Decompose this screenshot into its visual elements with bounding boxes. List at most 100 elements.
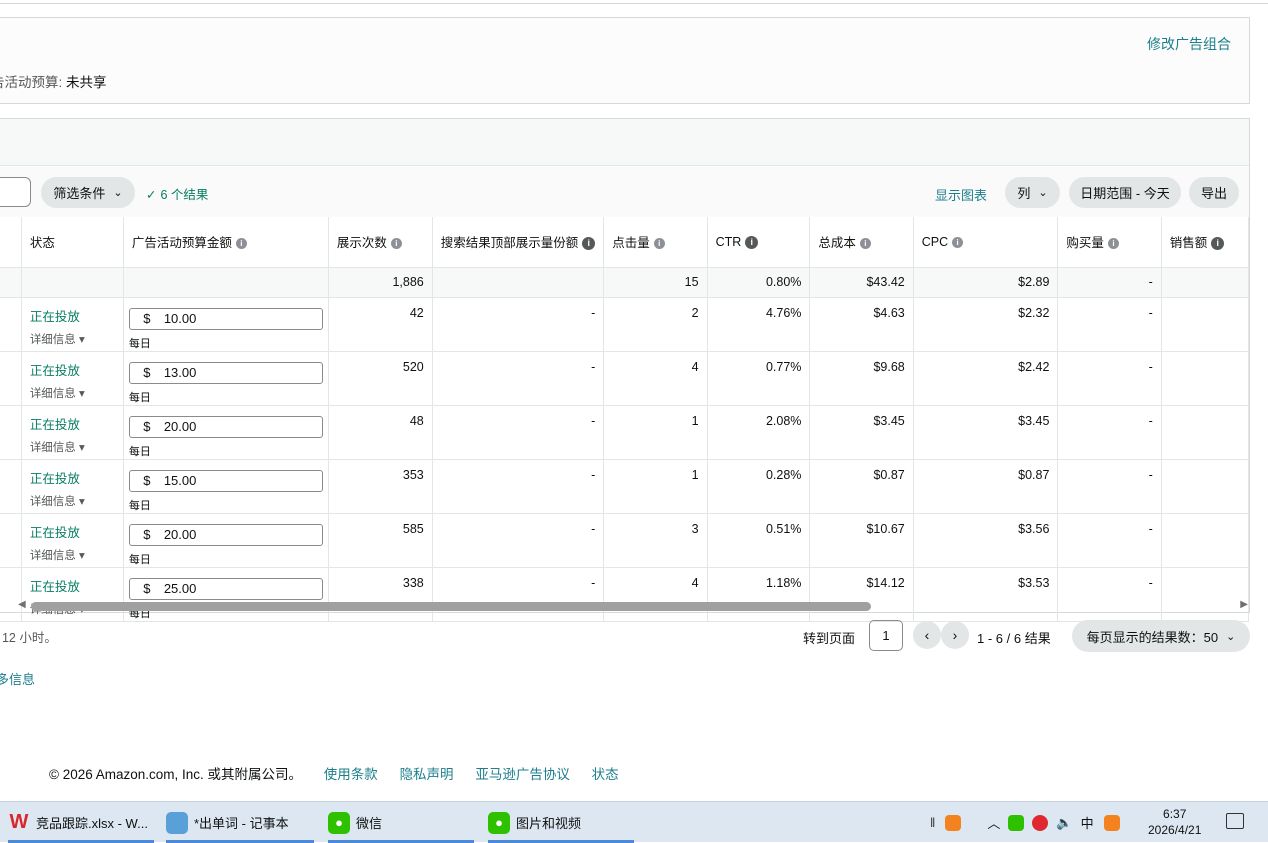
budget-value: 未共享 [66, 75, 107, 90]
panel-header [0, 119, 1249, 166]
date-range-button[interactable]: 日期范围 - 今天 [1069, 177, 1181, 208]
purchases-cell: - [1057, 351, 1162, 406]
volume-icon[interactable]: 🔈 [1056, 815, 1072, 831]
detail-dropdown[interactable]: 详细信息 ▾ [30, 331, 115, 347]
top-share-cell: - [432, 459, 605, 514]
next-page-icon[interactable]: › [941, 621, 969, 649]
budget-value: 20.00 [163, 527, 197, 542]
notepad-icon [166, 811, 188, 834]
edit-portfolio-link[interactable]: 修改广告组合 [1147, 34, 1231, 54]
prev-page-icon[interactable]: ‹ [913, 621, 941, 649]
budget-input[interactable]: $10.00 [128, 307, 323, 330]
budget-period: 每日 [128, 499, 151, 512]
footer-link-status[interactable]: 状态 [592, 767, 619, 782]
footer-link-agreement[interactable]: 亚马逊广告协议 [475, 767, 570, 782]
table-row: 正在投放 详细信息 ▾ $13.00 每日 520-4 0.77% $9.68 $2.42- [0, 351, 1250, 406]
show-chart-link[interactable]: 显示图表 [935, 185, 987, 204]
row-select[interactable] [0, 405, 22, 460]
col-ctr[interactable]: CTR i [707, 217, 811, 268]
cost-cell: $9.68 [809, 351, 914, 406]
more-info-link[interactable]: 多信息 [0, 669, 35, 688]
impressions-cell: 520 [328, 351, 433, 406]
sogou-icon[interactable] [1103, 814, 1120, 831]
scroll-thumb[interactable] [31, 602, 871, 611]
row-select[interactable] [0, 351, 22, 406]
detail-dropdown[interactable]: 详细信息 ▾ [30, 385, 115, 401]
chevron-up-icon[interactable]: ︿ [987, 813, 1000, 832]
table-row: 正在投放 详细信息 ▾ $10.00 每日 42-2 4.76% $4.63 $2.32- [0, 297, 1250, 352]
scroll-left-icon[interactable]: ◀ [18, 599, 26, 610]
cpc-cell: $3.45 [913, 405, 1059, 460]
ctr-cell: 0.51% [707, 513, 811, 568]
info-icon[interactable]: i [1211, 237, 1225, 251]
clock-time: 6:37 [1163, 807, 1187, 821]
detail-dropdown[interactable]: 详细信息 ▾ [30, 439, 115, 455]
info-icon[interactable]: i [235, 238, 247, 250]
cpc-cell: $2.42 [913, 351, 1059, 406]
netease-icon[interactable] [1032, 814, 1049, 831]
col-sales[interactable]: 销售额 i [1161, 217, 1250, 268]
footer-link-terms[interactable]: 使用条款 [324, 767, 378, 782]
per-page-select[interactable]: 每页显示的结果数：50 ⌄ [1072, 620, 1250, 652]
task-wechat[interactable]: ● 微信 [328, 802, 474, 843]
filter-button[interactable]: 筛选条件 ⌄ [41, 177, 135, 208]
chevron-down-icon: ⌄ [1226, 630, 1236, 643]
budget-input[interactable]: $20.00 [128, 415, 323, 438]
currency-symbol: $ [143, 581, 151, 596]
info-icon[interactable]: i [859, 238, 871, 250]
info-icon[interactable]: i [390, 238, 402, 250]
top-share-cell: - [432, 513, 605, 568]
status-cell: 正在投放详细信息 ▾ [21, 351, 124, 406]
col-purchases[interactable]: 购买量 i [1057, 217, 1162, 268]
clock[interactable]: 6:37 2026/4/21 [1148, 806, 1201, 838]
col-clicks[interactable]: 点击量 i [603, 217, 708, 268]
goto-page-input[interactable]: 1 [869, 620, 903, 651]
currency-symbol: $ [143, 473, 151, 488]
row-select[interactable] [0, 513, 22, 568]
horizontal-scrollbar[interactable]: ◀ ▶ [18, 599, 1248, 613]
columns-button[interactable]: 列 ⌄ [1005, 177, 1060, 208]
status-cell: 正在投放详细信息 ▾ [21, 297, 124, 352]
clicks-cell: 1 [603, 405, 708, 460]
col-budget[interactable]: 广告活动预算金额 i [123, 217, 329, 268]
budget-input[interactable]: $25.00 [128, 577, 323, 600]
status-badge: 正在投放 [29, 309, 80, 324]
task-wps[interactable]: W 竞品跟踪.xlsx - W... [8, 802, 154, 843]
task-notepad[interactable]: *出单词 - 记事本 [166, 802, 314, 843]
info-icon[interactable]: i [1107, 238, 1119, 250]
task-photos[interactable]: ● 图片和视频 [488, 802, 634, 843]
campaign-table-panel: 筛选条件 ⌄ ✓ 6 个结果 显示图表 列 ⌄ 日期范围 - 今天 导出 状态 广 [0, 118, 1250, 622]
col-cost[interactable]: 总成本 i [809, 217, 914, 268]
info-icon[interactable]: i [745, 235, 759, 249]
totals-row: 1,886 15 0.80% $43.42 $2.89 - [0, 267, 1250, 298]
budget-input[interactable]: $13.00 [128, 361, 323, 384]
check-icon: ✓ [146, 188, 157, 202]
col-impressions[interactable]: 展示次数 i [328, 217, 433, 268]
notification-icon[interactable] [1226, 813, 1244, 829]
top-divider [0, 3, 1268, 4]
scroll-right-icon[interactable]: ▶ [1240, 599, 1248, 610]
row-select[interactable] [0, 297, 22, 352]
ime-indicator[interactable]: 中 [1081, 813, 1094, 832]
caret-down-icon: ▾ [79, 387, 85, 400]
col-cpc[interactable]: CPC i [913, 217, 1059, 268]
budget-input[interactable]: $15.00 [128, 469, 323, 492]
detail-dropdown[interactable]: 详细信息 ▾ [30, 547, 115, 563]
sales-cell [1161, 459, 1250, 514]
search-input[interactable] [0, 177, 31, 207]
budget-input[interactable]: $20.00 [128, 523, 323, 546]
sogou-icon[interactable] [945, 814, 962, 831]
col-status[interactable]: 状态 [21, 217, 124, 268]
info-icon[interactable]: i [582, 237, 596, 251]
detail-dropdown[interactable]: 详细信息 ▾ [30, 493, 115, 509]
info-icon[interactable]: i [952, 236, 964, 248]
row-select[interactable] [0, 459, 22, 514]
col-top-share[interactable]: 搜索结果顶部展示量份额 i [432, 217, 605, 268]
status-badge: 正在投放 [29, 525, 80, 540]
top-share-cell: - [432, 351, 605, 406]
budget-cell: $10.00 每日 [123, 297, 329, 352]
footer-link-privacy[interactable]: 隐私声明 [400, 767, 454, 782]
wechat-icon[interactable] [1008, 814, 1025, 831]
info-icon[interactable]: i [653, 238, 665, 250]
export-button[interactable]: 导出 [1189, 177, 1239, 208]
